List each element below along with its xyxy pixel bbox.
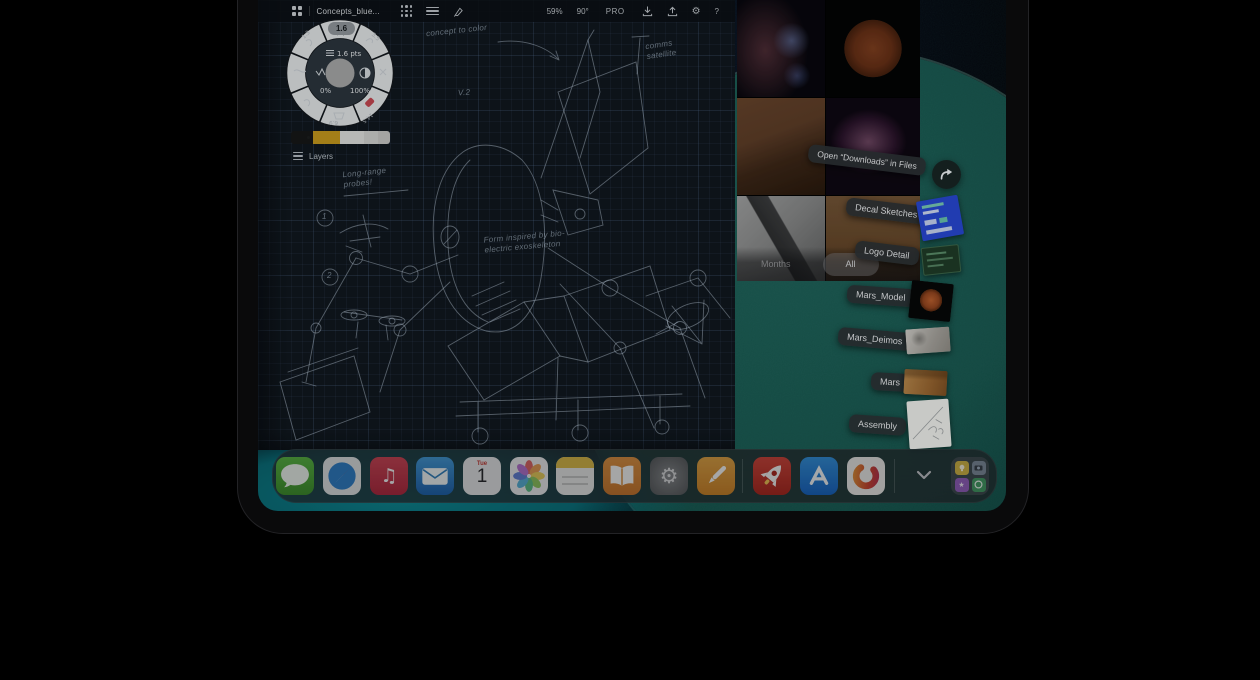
dock-divider (742, 459, 743, 493)
notes-header (556, 457, 594, 468)
clock-icon (974, 480, 983, 489)
decal-art (926, 226, 952, 234)
camera-icon (974, 464, 983, 471)
logo-art (927, 264, 943, 267)
app-icon-concepts[interactable] (847, 457, 885, 495)
app-icon-music[interactable]: ♫ (370, 457, 408, 495)
app-icon-settings[interactable]: ⚙ (650, 457, 688, 495)
notes-line (562, 483, 588, 485)
drag-label-mars-deimos[interactable]: Mars_Deimos (837, 327, 912, 351)
notes-line (562, 476, 588, 478)
envelope-icon (416, 457, 454, 495)
drag-thumb-decal-sketches[interactable] (916, 195, 964, 242)
lightbulb-icon (958, 464, 966, 472)
drag-label-decal-sketches[interactable]: Decal Sketches (845, 197, 927, 225)
app-icon-photos[interactable] (510, 457, 548, 495)
star-icon: ★ (958, 481, 964, 489)
decal-art (939, 217, 948, 223)
app-store-a-icon (800, 457, 838, 495)
chevron-down-icon[interactable] (914, 467, 934, 483)
open-book-icon (603, 457, 641, 495)
logo-art (926, 251, 946, 255)
logo-art (927, 257, 953, 261)
concepts-c-icon (847, 457, 885, 495)
decal-art (924, 219, 937, 226)
ipad-screen: Concepts_blue... 59% 90° PRO ⚙ ? (258, 0, 1006, 511)
app-icon-notes[interactable] (556, 457, 594, 495)
drag-thumb-mars-model[interactable] (908, 280, 954, 322)
app-icon-pen[interactable] (697, 457, 735, 495)
app-icon-messages[interactable] (276, 457, 314, 495)
drag-label-assembly[interactable]: Assembly (848, 414, 906, 436)
rocket-icon (753, 457, 791, 495)
drag-label-logo-detail[interactable]: Logo Detail (854, 240, 919, 266)
photos-flower-icon (510, 457, 548, 495)
drag-action-label[interactable]: Open “Downloads” in Files (807, 144, 926, 176)
pen-icon (697, 457, 735, 495)
app-icon-mail[interactable] (416, 457, 454, 495)
calendar-day: 1 (463, 466, 501, 488)
drag-thumb-mars[interactable] (903, 369, 947, 396)
compass-icon (323, 457, 361, 495)
app-icon-app-store[interactable] (800, 457, 838, 495)
drag-label-mars-model[interactable]: Mars_Model (846, 285, 915, 308)
music-note-icon: ♫ (380, 465, 397, 487)
dock: ♫ Tue 1 (272, 449, 997, 503)
decal-art (922, 202, 944, 209)
drag-thumb-mars-deimos[interactable] (905, 326, 951, 354)
app-icon-books[interactable] (603, 457, 641, 495)
drag-thumb-logo-detail[interactable] (921, 244, 962, 276)
app-library-tile-gray (972, 461, 986, 475)
dock-divider (894, 459, 895, 493)
assembly-sketch (906, 399, 951, 450)
share-arrow-button[interactable] (932, 160, 961, 189)
speech-bubble-icon (276, 457, 314, 495)
app-library-tile-yellow (955, 461, 969, 475)
app-library-tile-green (972, 478, 986, 492)
app-icon-rocket[interactable] (753, 457, 791, 495)
share-arrow-icon (938, 166, 955, 183)
drag-thumb-assembly[interactable] (906, 399, 951, 450)
app-icon-safari[interactable] (323, 457, 361, 495)
app-library-tile-purple: ★ (955, 478, 969, 492)
drag-drop-layer: Open “Downloads” in Files Decal Sketches… (258, 0, 1006, 511)
app-icon-app-library[interactable]: ★ (951, 457, 989, 495)
gear-icon: ⚙ (660, 464, 679, 488)
decal-art (923, 209, 939, 215)
stage: Concepts_blue... 59% 90° PRO ⚙ ? (0, 0, 1260, 680)
app-icon-calendar[interactable]: Tue 1 (463, 457, 501, 495)
